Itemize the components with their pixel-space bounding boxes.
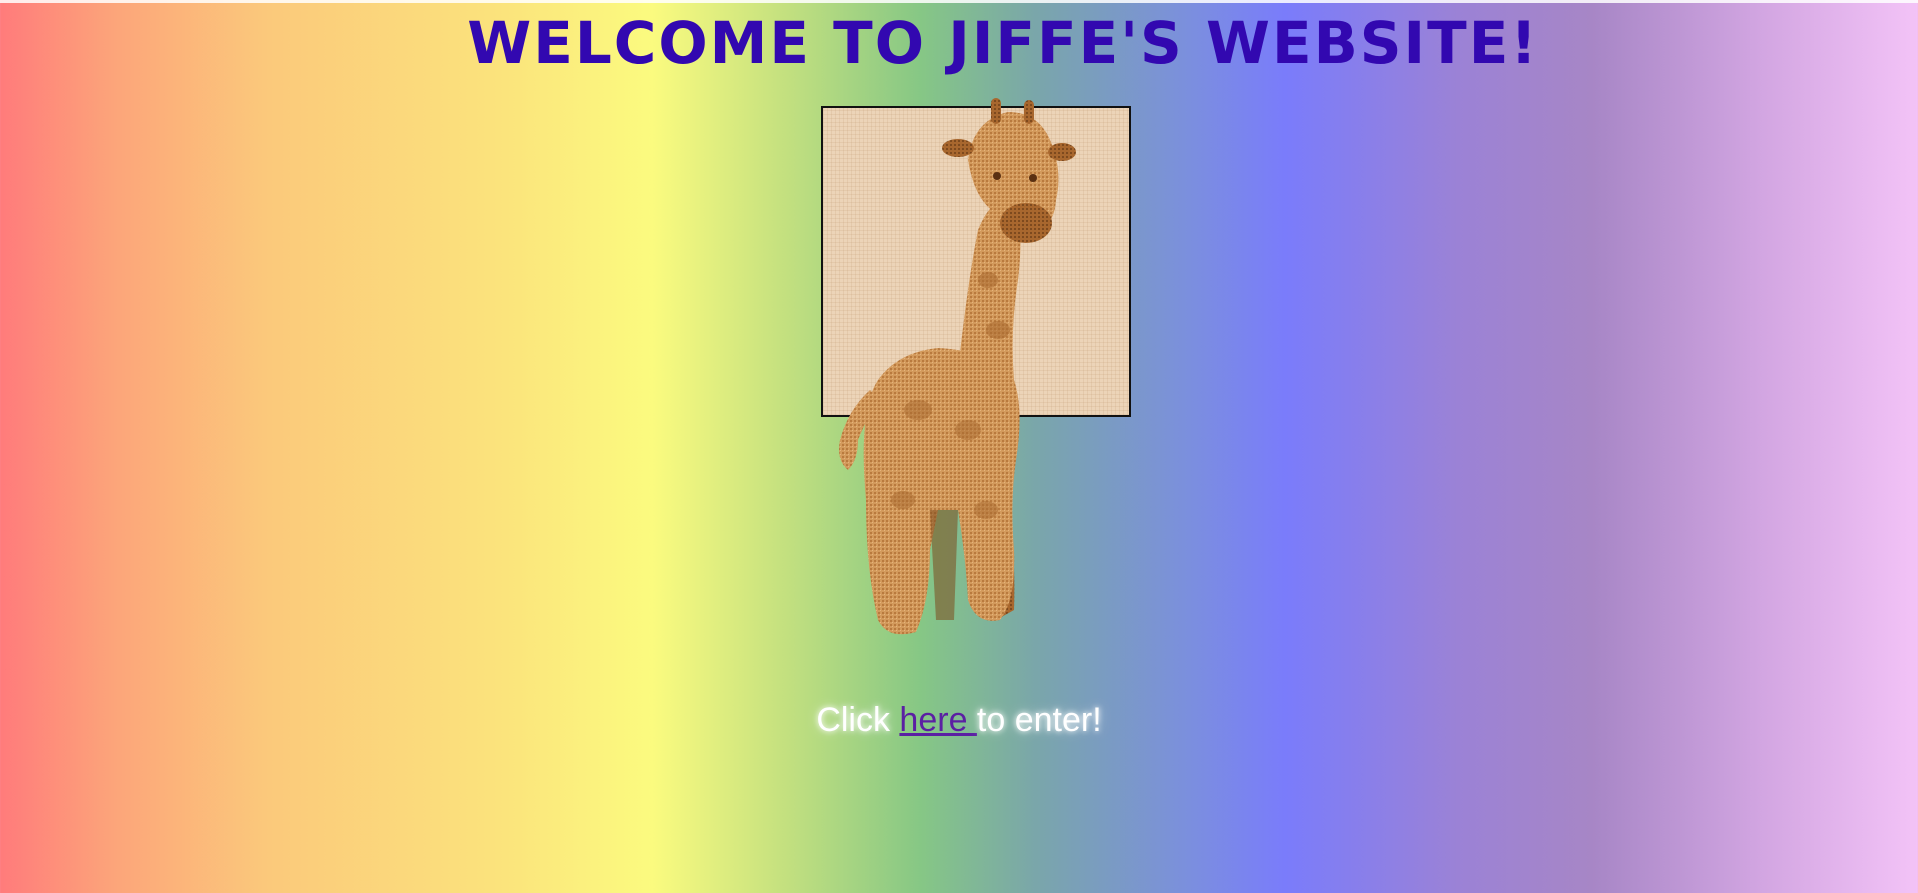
top-edge-line bbox=[0, 0, 1918, 3]
enter-link[interactable]: here bbox=[899, 701, 977, 739]
enter-suffix: to enter! bbox=[976, 701, 1102, 739]
giraffe-toy-image bbox=[839, 98, 1076, 635]
enter-prefix: Click bbox=[816, 701, 900, 739]
page-title: WELCOME TO JIFFE'S WEBSITE! bbox=[467, 9, 1539, 77]
enter-prompt: Click here to enter! bbox=[0, 698, 1918, 742]
